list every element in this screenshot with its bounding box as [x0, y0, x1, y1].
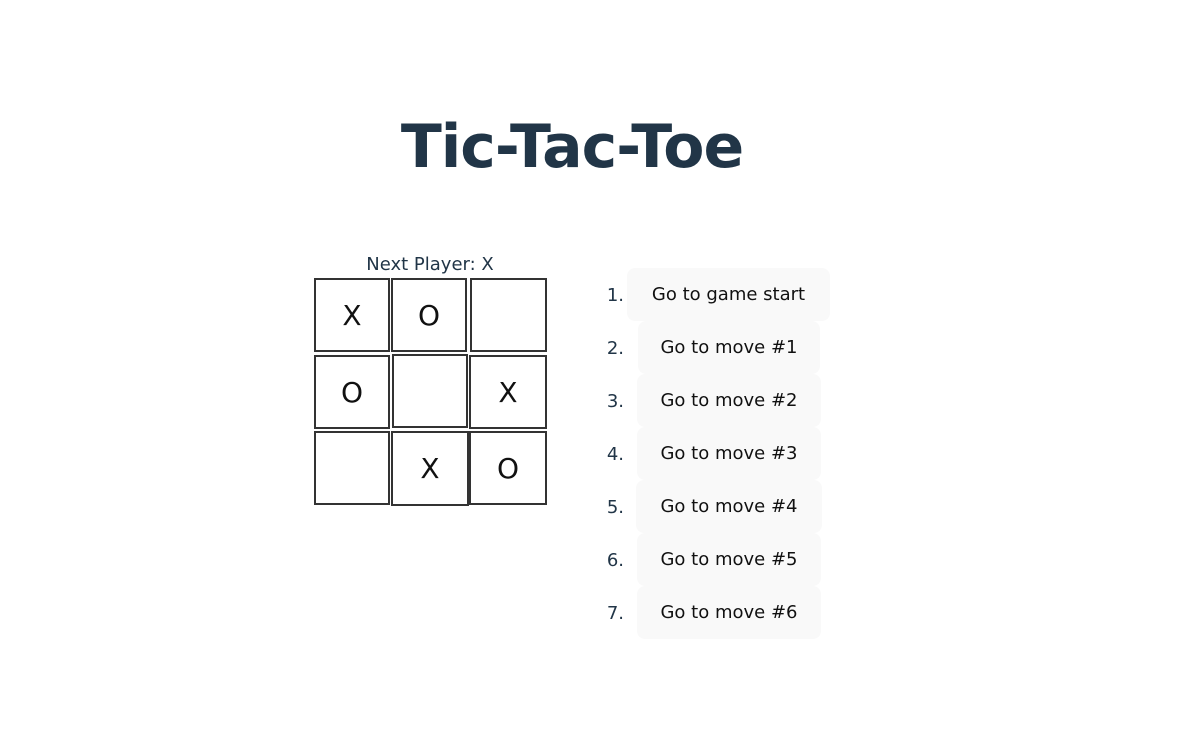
page-title: Tic-Tac-Toe: [400, 112, 744, 182]
move-list-item: 5. Go to move #4: [596, 480, 846, 533]
move-number: 4.: [606, 444, 624, 465]
go-to-move-4-button[interactable]: Go to move #4: [636, 480, 822, 533]
move-list-item: 4. Go to move #3: [596, 427, 846, 480]
go-to-move-3-button[interactable]: Go to move #3: [637, 427, 821, 480]
game-board-area: Next Player: X X O O X X O: [312, 252, 548, 506]
board-square-5[interactable]: [392, 354, 468, 428]
move-number: 2.: [606, 338, 624, 359]
move-number: 1.: [606, 285, 624, 306]
board-square-8[interactable]: X: [391, 431, 469, 506]
board-square-9[interactable]: O: [469, 431, 547, 505]
move-list-item: 6. Go to move #5: [596, 533, 846, 586]
move-list-item: 3. Go to move #2: [596, 374, 846, 427]
move-list-item: 7. Go to move #6: [596, 586, 846, 639]
move-history-list: 1. Go to game start 2. Go to move #1 3. …: [596, 268, 846, 639]
go-to-move-2-button[interactable]: Go to move #2: [637, 374, 821, 427]
move-number: 6.: [606, 550, 624, 571]
next-player-status: Next Player: X: [366, 254, 494, 275]
board-square-7[interactable]: [314, 431, 390, 505]
move-number: 5.: [606, 497, 624, 518]
app-root: Tic-Tac-Toe Next Player: X X O O X X O 1…: [0, 0, 1182, 740]
game-board: X O O X X O: [312, 278, 548, 506]
board-square-6[interactable]: X: [469, 355, 547, 429]
move-number: 7.: [606, 603, 624, 624]
move-list-item: 2. Go to move #1: [596, 321, 846, 374]
go-to-move-5-button[interactable]: Go to move #5: [637, 533, 821, 586]
board-square-3[interactable]: [470, 278, 547, 352]
board-square-4[interactable]: O: [314, 355, 390, 429]
board-square-1[interactable]: X: [314, 278, 390, 352]
go-to-move-1-button[interactable]: Go to move #1: [638, 321, 820, 374]
go-to-game-start-button[interactable]: Go to game start: [627, 268, 830, 321]
move-number: 3.: [606, 391, 624, 412]
board-square-2[interactable]: O: [391, 278, 467, 352]
go-to-move-6-button[interactable]: Go to move #6: [637, 586, 821, 639]
move-list-item: 1. Go to game start: [596, 268, 846, 321]
